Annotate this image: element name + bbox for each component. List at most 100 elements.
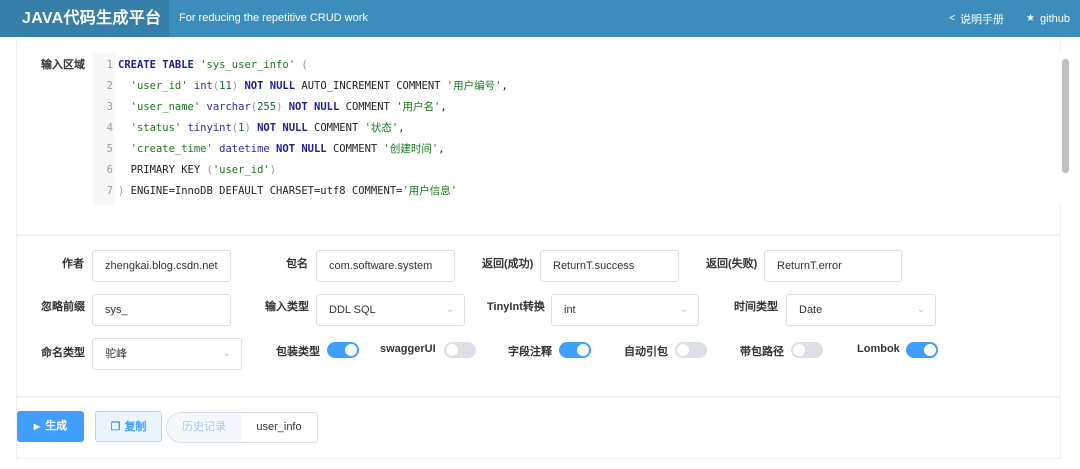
- code-token: '用户信息': [402, 185, 458, 197]
- code-token: PRIMARY KEY: [118, 164, 207, 176]
- code-text: 'create_time' datetime NOT NULL COMMENT …: [118, 139, 445, 160]
- chevron-down-icon: ⌄: [445, 304, 454, 315]
- line-number: 7: [106, 185, 113, 197]
- line-number: 1: [106, 59, 113, 71]
- naming-type-value: 驼峰: [105, 348, 127, 360]
- line-number: 6: [106, 164, 113, 176]
- share-icon: <: [949, 13, 956, 24]
- code-text: 'user_name' varchar(255) NOT NULL COMMEN…: [118, 97, 447, 118]
- package-label: 包名: [286, 258, 308, 270]
- code-text: 'status' tinyint(1) NOT NULL COMMENT '状态…: [118, 118, 405, 139]
- history-group: 历史记录 user_info: [166, 412, 318, 443]
- input-type-value: DDL SQL: [329, 304, 376, 316]
- github-link-label: github: [1040, 12, 1070, 25]
- line-number: 5: [106, 143, 113, 155]
- code-token: datetime: [212, 143, 270, 155]
- code-token: int: [187, 80, 213, 92]
- code-token: ,: [438, 143, 445, 155]
- code-token: CREATE TABLE: [118, 59, 201, 71]
- naming-type-select[interactable]: 驼峰 ⌄: [92, 338, 242, 370]
- copy-button[interactable]: ❐ 复制: [95, 411, 162, 442]
- success-return-label: 返回(成功): [482, 258, 534, 270]
- toggle-knob: [577, 344, 589, 356]
- page-scrollbar[interactable]: [1061, 45, 1072, 469]
- code-token: ENGINE=InnoDB DEFAULT CHARSET=utf8 COMME…: [124, 185, 403, 197]
- sql-editor[interactable]: 1 CREATE TABLE 'sys_user_info' (2 'user_i…: [93, 53, 1063, 205]
- toggle-label-wrapper-type: 包装类型: [276, 346, 320, 358]
- code-token: 'user_id': [118, 80, 188, 92]
- time-type-label: 时间类型: [734, 301, 778, 313]
- code-token: 11: [219, 80, 232, 92]
- toggle-knob: [677, 344, 689, 356]
- success-return-input[interactable]: ReturnT.success: [540, 250, 679, 282]
- code-token: COMMENT: [307, 122, 365, 134]
- code-token: 'user_name': [118, 101, 201, 113]
- code-token: 'status': [118, 122, 182, 134]
- toggle-knob: [345, 344, 357, 356]
- toggle-package-path[interactable]: [791, 342, 823, 358]
- star-icon: ★: [1026, 13, 1036, 24]
- toggle-field-comment[interactable]: [559, 342, 591, 358]
- time-type-select[interactable]: Date ⌄: [786, 294, 936, 326]
- manual-link[interactable]: < 说明手册: [949, 11, 1004, 27]
- scrollbar-thumb[interactable]: [1062, 59, 1069, 173]
- chevron-down-icon: ⌄: [916, 304, 925, 315]
- toggle-label-field-comment: 字段注释: [508, 346, 552, 358]
- code-token: 'create_time': [118, 143, 213, 155]
- package-input[interactable]: com.software.system: [316, 250, 455, 282]
- code-text: ) ENGINE=InnoDB DEFAULT CHARSET=utf8 COM…: [118, 181, 457, 202]
- code-token: '用户名': [396, 101, 441, 113]
- toggle-knob: [793, 344, 805, 356]
- code-text: PRIMARY KEY ('user_id'): [118, 160, 276, 181]
- code-token: tinyint: [181, 122, 232, 134]
- github-link[interactable]: ★ github: [1026, 13, 1070, 25]
- toggle-label-auto-import: 自动引包: [624, 346, 668, 358]
- app-tagline: For reducing the repetitive CRUD work: [179, 12, 368, 24]
- line-number: 3: [106, 101, 113, 113]
- generate-button[interactable]: ▶ 生成: [17, 411, 84, 442]
- ignore-prefix-input[interactable]: sys_: [92, 294, 231, 326]
- tinyint-select[interactable]: int ⌄: [551, 294, 699, 326]
- input-type-label: 输入类型: [265, 301, 309, 313]
- author-input[interactable]: zhengkai.blog.csdn.net: [92, 250, 231, 282]
- code-token: ,: [440, 101, 447, 113]
- code-token: 'user_id': [212, 164, 270, 176]
- toggle-lombok[interactable]: [906, 342, 938, 358]
- toggle-auto-import[interactable]: [675, 342, 707, 358]
- code-token: ,: [501, 80, 508, 92]
- nav-links: < 说明手册 ★ github: [927, 0, 1070, 37]
- code-token: COMMENT: [339, 101, 397, 113]
- top-navbar: JAVA代码生成平台 For reducing the repetitive C…: [0, 0, 1080, 37]
- manual-link-label: 说明手册: [960, 13, 1005, 26]
- ignore-prefix-label: 忽略前缀: [41, 301, 85, 313]
- code-token: ): [269, 164, 277, 176]
- code-token: '创建时间': [383, 143, 439, 155]
- code-text: 'user_id' int(11) NOT NULL AUTO_INCREMEN…: [118, 76, 508, 97]
- time-type-value: Date: [799, 304, 823, 316]
- code-token: NOT NULL: [238, 80, 296, 92]
- naming-type-label: 命名类型: [41, 347, 85, 359]
- chevron-down-icon: ⌄: [679, 304, 688, 315]
- tinyint-value: int: [564, 304, 576, 316]
- fail-return-input[interactable]: ReturnT.error: [764, 250, 902, 282]
- toggle-label-package-path: 带包路径: [740, 346, 784, 358]
- toggle-wrapper-type[interactable]: [327, 342, 359, 358]
- code-token: '状态': [364, 122, 399, 134]
- code-text: CREATE TABLE 'sys_user_info' (: [118, 55, 308, 76]
- play-icon: ▶: [33, 422, 41, 431]
- line-number: 2: [106, 80, 113, 92]
- copy-icon: ❐: [110, 421, 121, 433]
- toggle-label-swagger: swaggerUI: [380, 343, 436, 355]
- code-token: NOT NULL: [282, 101, 340, 113]
- history-item-user-info[interactable]: user_info: [241, 413, 317, 442]
- toggle-label-lombok: Lombok: [857, 343, 900, 355]
- code-token: '用户编号': [446, 80, 502, 92]
- input-type-select[interactable]: DDL SQL ⌄: [316, 294, 465, 326]
- toggle-swagger[interactable]: [444, 342, 476, 358]
- chevron-down-icon: ⌄: [222, 348, 231, 359]
- toggle-knob: [924, 344, 936, 356]
- code-token: 'sys_user_info': [200, 59, 296, 71]
- code-token: (: [295, 59, 308, 71]
- line-number: 4: [106, 122, 113, 134]
- app-title[interactable]: JAVA代码生成平台: [0, 0, 169, 37]
